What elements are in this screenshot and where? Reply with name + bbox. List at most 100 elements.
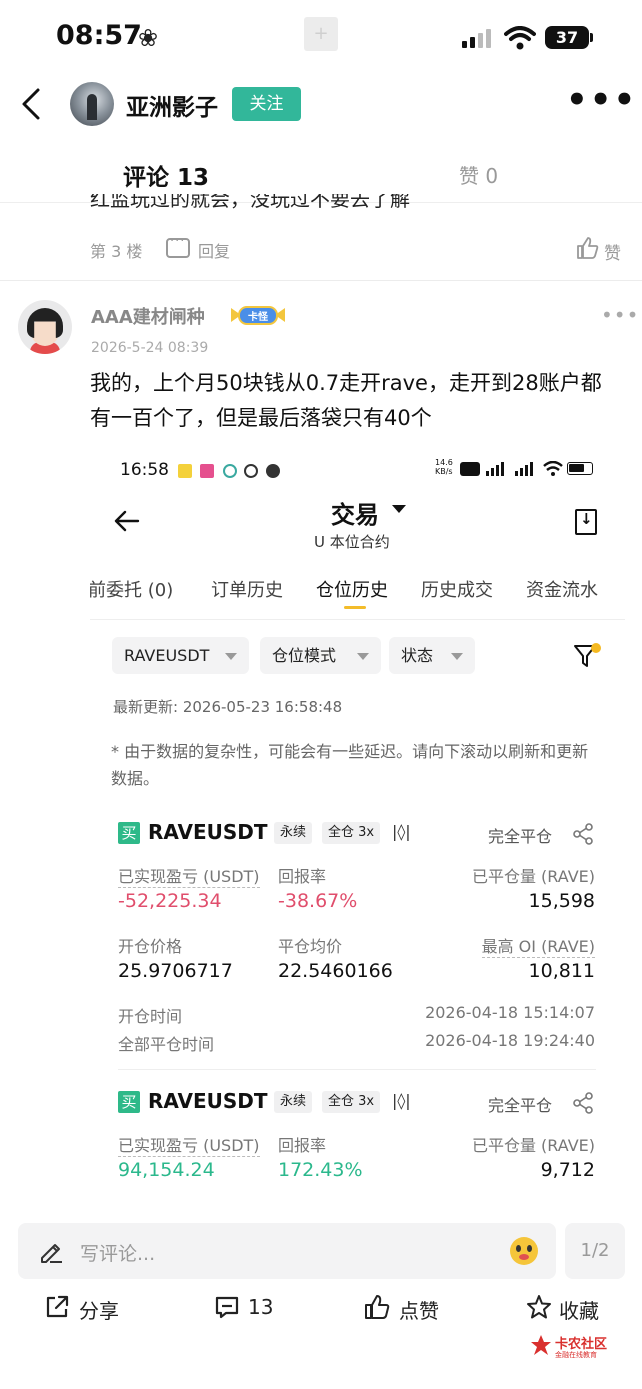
watermark-subtext: 金融在线教育 bbox=[555, 1351, 597, 1359]
close-time-label: 全部平仓时间 bbox=[118, 1035, 215, 1054]
margin-mode: 全仓 3x bbox=[322, 822, 381, 844]
floor-number: 第 3 楼 bbox=[90, 242, 143, 261]
flower-icon: ❀ bbox=[138, 24, 159, 52]
emoji-icon[interactable] bbox=[510, 1237, 538, 1265]
shot-tabs-divider bbox=[90, 619, 625, 620]
roi-label: 回报率 bbox=[278, 867, 327, 886]
filter-active-dot bbox=[591, 643, 601, 653]
thumbs-up-icon[interactable] bbox=[575, 235, 601, 261]
open-price-label: 开仓价格 bbox=[118, 937, 183, 956]
star-icon[interactable] bbox=[526, 1294, 552, 1320]
favorite-button[interactable]: 收藏 bbox=[559, 1295, 599, 1324]
badge-label: 卡怪 bbox=[248, 310, 269, 323]
watermark-logo-icon bbox=[531, 1335, 551, 1355]
open-price-value: 25.9706717 bbox=[118, 960, 233, 982]
roi-value: 172.43% bbox=[278, 1159, 363, 1181]
position-symbol: RAVEUSDT bbox=[148, 820, 268, 844]
tab-order-history[interactable]: 订单历史 bbox=[211, 576, 283, 602]
commenter-name[interactable]: AAA建材闸种 bbox=[91, 303, 205, 329]
tab-likes[interactable]: 赞 0 bbox=[459, 160, 498, 189]
comment-divider bbox=[0, 280, 642, 281]
max-oi-label: 最高 OI (RAVE) bbox=[481, 933, 595, 958]
pnl-value: 94,154.24 bbox=[118, 1159, 215, 1181]
pencil-icon bbox=[41, 1244, 62, 1263]
app-icon bbox=[223, 464, 237, 478]
comment-placeholder[interactable]: 写评论... bbox=[80, 1239, 155, 1266]
open-time-label: 开仓时间 bbox=[118, 1007, 183, 1026]
avg-close-label: 平仓均价 bbox=[278, 937, 343, 956]
share-icon[interactable] bbox=[572, 823, 594, 845]
position-status: 完全平仓 bbox=[488, 827, 553, 846]
pnl-label: 已实现盈亏 (USDT) bbox=[118, 1132, 260, 1157]
battery-icon: 37 bbox=[545, 26, 589, 49]
share-icon[interactable] bbox=[572, 1092, 594, 1114]
like-button[interactable]: 赞 bbox=[604, 239, 621, 264]
buy-badge: 买 bbox=[118, 1091, 140, 1113]
comment-more-icon[interactable]: ••• bbox=[601, 303, 639, 327]
rank-badge-icon: 卡怪 bbox=[231, 306, 285, 325]
closed-qty-value: 15,598 bbox=[528, 890, 595, 912]
commenter-avatar[interactable] bbox=[18, 300, 72, 354]
signal-4g-icon bbox=[486, 460, 512, 476]
active-tab-indicator bbox=[344, 606, 366, 609]
tab-fund-flow[interactable]: 资金流水 bbox=[526, 576, 598, 602]
share-icon[interactable] bbox=[44, 1294, 70, 1320]
more-icon[interactable]: ••• bbox=[566, 83, 637, 117]
contract-type: 永续 bbox=[274, 822, 313, 844]
tab-position-history[interactable]: 仓位历史 bbox=[316, 576, 388, 602]
tab-open-orders[interactable]: 前委托 (0) bbox=[90, 576, 173, 602]
position-status: 完全平仓 bbox=[488, 1096, 553, 1115]
prev-comment-text: 红监玩过的就会，没玩过不要去了解 bbox=[90, 194, 410, 211]
shot-status-time: 16:58 bbox=[120, 460, 169, 480]
chevron-down-icon[interactable] bbox=[392, 505, 406, 513]
filter-symbol[interactable]: RAVEUSDT bbox=[112, 637, 249, 674]
close-time-value: 2026-04-18 19:24:40 bbox=[425, 1031, 595, 1050]
margin-mode: 全仓 3x bbox=[322, 1091, 381, 1113]
attached-screenshot[interactable]: 16:58 14.6 KB/s 交易 U 本位合约 前委托 (0) 订单历史 仓… bbox=[90, 452, 625, 1204]
open-time-value: 2026-04-18 15:14:07 bbox=[425, 1003, 595, 1022]
download-icon[interactable] bbox=[575, 509, 597, 535]
net-speed: 14.6 KB/s bbox=[435, 458, 453, 476]
page-indicator[interactable]: 1/2 bbox=[565, 1223, 625, 1279]
filter-position-mode[interactable]: 仓位模式 bbox=[260, 637, 381, 674]
tab-comments[interactable]: 评论 13 bbox=[123, 158, 209, 192]
filter-status-label: 状态 bbox=[401, 646, 434, 665]
thumbs-up-icon[interactable] bbox=[364, 1294, 390, 1320]
leverage-icon: |◊| bbox=[392, 822, 411, 841]
signal-5g-icon bbox=[515, 460, 541, 476]
roi-value: -38.67% bbox=[278, 890, 358, 912]
shot-subtitle: U 本位合约 bbox=[314, 533, 390, 551]
shot-back-icon[interactable] bbox=[114, 510, 140, 532]
filter-mode-label: 仓位模式 bbox=[272, 646, 337, 665]
shot-battery-icon bbox=[567, 462, 593, 475]
author-avatar[interactable] bbox=[70, 82, 114, 126]
card-divider bbox=[118, 1069, 596, 1070]
follow-button[interactable]: 关注 bbox=[232, 87, 301, 121]
position-symbol: RAVEUSDT bbox=[148, 1089, 268, 1113]
status-time: 08:57 bbox=[56, 20, 142, 51]
back-icon[interactable] bbox=[18, 84, 48, 124]
cellular-signal-icon bbox=[462, 28, 494, 48]
wifi-icon bbox=[504, 26, 536, 50]
filter-status[interactable]: 状态 bbox=[389, 637, 475, 674]
pnl-value: -52,225.34 bbox=[118, 890, 222, 912]
reply-button[interactable]: 回复 bbox=[198, 238, 230, 262]
app-icon bbox=[200, 464, 214, 478]
author-name[interactable]: 亚洲影子 bbox=[126, 88, 218, 122]
comment-date: 2026-5-24 08:39 bbox=[91, 340, 209, 356]
tab-trade-history[interactable]: 历史成交 bbox=[421, 576, 493, 602]
share-button[interactable]: 分享 bbox=[79, 1295, 119, 1324]
comment-count[interactable]: 13 bbox=[248, 1295, 273, 1319]
comment-icon[interactable] bbox=[214, 1294, 240, 1320]
shot-title[interactable]: 交易 bbox=[331, 495, 379, 530]
delay-note: * 由于数据的复杂性，可能会有一些延迟。请向下滚动以刷新和更新数据。 bbox=[111, 742, 589, 788]
closed-qty-value: 9,712 bbox=[540, 1159, 595, 1181]
message-icon bbox=[266, 464, 280, 478]
contract-type: 永续 bbox=[274, 1091, 313, 1113]
reply-icon[interactable] bbox=[166, 234, 190, 258]
leverage-icon: |◊| bbox=[392, 1091, 411, 1110]
like-action-button[interactable]: 点赞 bbox=[399, 1295, 439, 1324]
buy-badge: 买 bbox=[118, 822, 140, 844]
battery-tip bbox=[590, 33, 593, 42]
avg-close-value: 22.5460166 bbox=[278, 960, 393, 982]
